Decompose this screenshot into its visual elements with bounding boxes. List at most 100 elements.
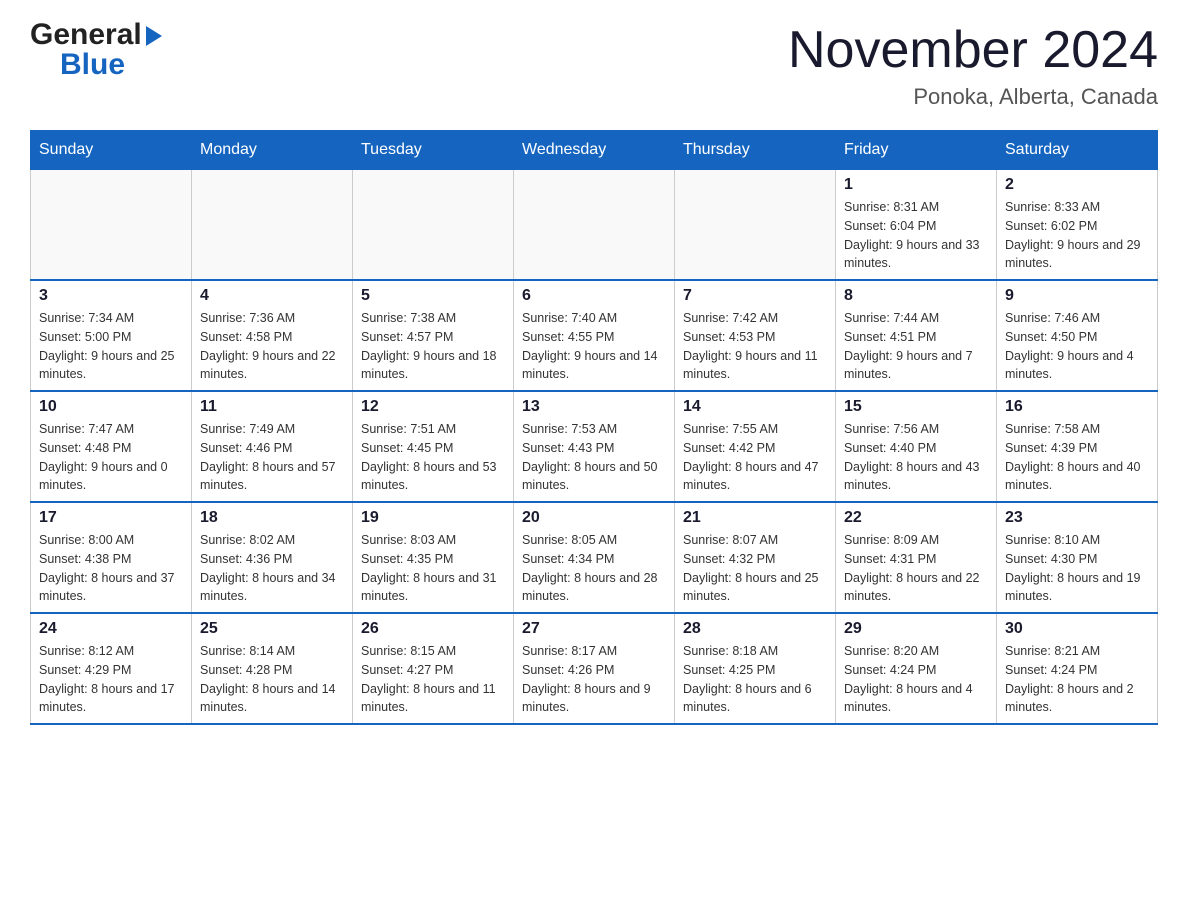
day-number: 11: [200, 398, 344, 416]
calendar-cell: 24 Sunrise: 8:12 AMSunset: 4:29 PMDayligh…: [31, 613, 192, 724]
day-number: 14: [683, 398, 827, 416]
day-number: 22: [844, 509, 988, 527]
day-info: Sunrise: 8:02 AMSunset: 4:36 PMDaylight:…: [200, 531, 344, 606]
day-info: Sunrise: 7:53 AMSunset: 4:43 PMDaylight:…: [522, 420, 666, 495]
calendar-cell: 28 Sunrise: 8:18 AMSunset: 4:25 PMDayligh…: [675, 613, 836, 724]
calendar-cell: 15 Sunrise: 7:56 AMSunset: 4:40 PMDayligh…: [836, 391, 997, 502]
day-number: 8: [844, 287, 988, 305]
day-info: Sunrise: 8:17 AMSunset: 4:26 PMDaylight:…: [522, 642, 666, 717]
day-number: 10: [39, 398, 183, 416]
weekday-header-sunday: Sunday: [31, 131, 192, 170]
location-subtitle: Ponoka, Alberta, Canada: [788, 84, 1158, 110]
day-info: Sunrise: 8:10 AMSunset: 4:30 PMDaylight:…: [1005, 531, 1149, 606]
weekday-header-wednesday: Wednesday: [514, 131, 675, 170]
day-number: 5: [361, 287, 505, 305]
calendar-cell: 8 Sunrise: 7:44 AMSunset: 4:51 PMDaylight…: [836, 280, 997, 391]
day-info: Sunrise: 8:31 AMSunset: 6:04 PMDaylight:…: [844, 198, 988, 273]
weekday-header-saturday: Saturday: [997, 131, 1158, 170]
day-info: Sunrise: 8:05 AMSunset: 4:34 PMDaylight:…: [522, 531, 666, 606]
day-info: Sunrise: 8:00 AMSunset: 4:38 PMDaylight:…: [39, 531, 183, 606]
calendar-table: SundayMondayTuesdayWednesdayThursdayFrid…: [30, 130, 1158, 725]
calendar-cell: 11 Sunrise: 7:49 AMSunset: 4:46 PMDayligh…: [192, 391, 353, 502]
day-number: 23: [1005, 509, 1149, 527]
day-info: Sunrise: 7:47 AMSunset: 4:48 PMDaylight:…: [39, 420, 183, 495]
day-info: Sunrise: 8:03 AMSunset: 4:35 PMDaylight:…: [361, 531, 505, 606]
logo-general: General: [30, 20, 142, 50]
day-info: Sunrise: 8:15 AMSunset: 4:27 PMDaylight:…: [361, 642, 505, 717]
weekday-header-friday: Friday: [836, 131, 997, 170]
weekday-header-tuesday: Tuesday: [353, 131, 514, 170]
calendar-cell: 26 Sunrise: 8:15 AMSunset: 4:27 PMDayligh…: [353, 613, 514, 724]
day-number: 19: [361, 509, 505, 527]
day-number: 18: [200, 509, 344, 527]
calendar-cell: 17 Sunrise: 8:00 AMSunset: 4:38 PMDayligh…: [31, 502, 192, 613]
day-info: Sunrise: 7:44 AMSunset: 4:51 PMDaylight:…: [844, 309, 988, 384]
calendar-cell: 30Sunrise: 8:21 AMSunset: 4:24 PMDayligh…: [997, 613, 1158, 724]
calendar-cell: 18 Sunrise: 8:02 AMSunset: 4:36 PMDayligh…: [192, 502, 353, 613]
calendar-cell: 25 Sunrise: 8:14 AMSunset: 4:28 PMDayligh…: [192, 613, 353, 724]
calendar-cell: 27Sunrise: 8:17 AMSunset: 4:26 PMDayligh…: [514, 613, 675, 724]
day-info: Sunrise: 8:14 AMSunset: 4:28 PMDaylight:…: [200, 642, 344, 717]
calendar-cell: 20 Sunrise: 8:05 AMSunset: 4:34 PMDayligh…: [514, 502, 675, 613]
calendar-week-5: 24 Sunrise: 8:12 AMSunset: 4:29 PMDayligh…: [31, 613, 1158, 724]
logo-blue: Blue: [60, 48, 125, 81]
calendar-cell: [514, 170, 675, 281]
calendar-cell: 22 Sunrise: 8:09 AMSunset: 4:31 PMDayligh…: [836, 502, 997, 613]
day-info: Sunrise: 7:58 AMSunset: 4:39 PMDaylight:…: [1005, 420, 1149, 495]
title-section: November 2024 Ponoka, Alberta, Canada: [788, 20, 1158, 110]
calendar-cell: 16 Sunrise: 7:58 AMSunset: 4:39 PMDayligh…: [997, 391, 1158, 502]
day-info: Sunrise: 8:21 AMSunset: 4:24 PMDaylight:…: [1005, 642, 1149, 717]
calendar-cell: 1Sunrise: 8:31 AMSunset: 6:04 PMDaylight…: [836, 170, 997, 281]
day-number: 13: [522, 398, 666, 416]
day-info: Sunrise: 8:20 AMSunset: 4:24 PMDaylight:…: [844, 642, 988, 717]
calendar-cell: 5Sunrise: 7:38 AMSunset: 4:57 PMDaylight…: [353, 280, 514, 391]
calendar-cell: 2 Sunrise: 8:33 AMSunset: 6:02 PMDaylight…: [997, 170, 1158, 281]
calendar-cell: [353, 170, 514, 281]
logo: General Blue: [30, 20, 162, 80]
day-info: Sunrise: 7:55 AMSunset: 4:42 PMDaylight:…: [683, 420, 827, 495]
day-info: Sunrise: 7:34 AMSunset: 5:00 PMDaylight:…: [39, 309, 183, 384]
calendar-week-4: 17 Sunrise: 8:00 AMSunset: 4:38 PMDayligh…: [31, 502, 1158, 613]
calendar-cell: 9 Sunrise: 7:46 AMSunset: 4:50 PMDaylight…: [997, 280, 1158, 391]
calendar-header-row: SundayMondayTuesdayWednesdayThursdayFrid…: [31, 131, 1158, 170]
calendar-cell: [675, 170, 836, 281]
day-info: Sunrise: 7:36 AMSunset: 4:58 PMDaylight:…: [200, 309, 344, 384]
day-info: Sunrise: 8:33 AMSunset: 6:02 PMDaylight:…: [1005, 198, 1149, 273]
day-number: 21: [683, 509, 827, 527]
calendar-cell: 12Sunrise: 7:51 AMSunset: 4:45 PMDayligh…: [353, 391, 514, 502]
day-number: 25: [200, 620, 344, 638]
calendar-cell: 13 Sunrise: 7:53 AMSunset: 4:43 PMDayligh…: [514, 391, 675, 502]
day-info: Sunrise: 8:09 AMSunset: 4:31 PMDaylight:…: [844, 531, 988, 606]
page-header: General Blue November 2024 Ponoka, Alber…: [30, 20, 1158, 110]
calendar-cell: 3Sunrise: 7:34 AMSunset: 5:00 PMDaylight…: [31, 280, 192, 391]
day-number: 26: [361, 620, 505, 638]
day-number: 6: [522, 287, 666, 305]
day-info: Sunrise: 7:46 AMSunset: 4:50 PMDaylight:…: [1005, 309, 1149, 384]
day-info: Sunrise: 7:56 AMSunset: 4:40 PMDaylight:…: [844, 420, 988, 495]
calendar-cell: 7Sunrise: 7:42 AMSunset: 4:53 PMDaylight…: [675, 280, 836, 391]
calendar-cell: 21Sunrise: 8:07 AMSunset: 4:32 PMDayligh…: [675, 502, 836, 613]
day-number: 2: [1005, 176, 1149, 194]
calendar-week-1: 1Sunrise: 8:31 AMSunset: 6:04 PMDaylight…: [31, 170, 1158, 281]
calendar-cell: [31, 170, 192, 281]
weekday-header-thursday: Thursday: [675, 131, 836, 170]
day-info: Sunrise: 8:12 AMSunset: 4:29 PMDaylight:…: [39, 642, 183, 717]
day-info: Sunrise: 8:18 AMSunset: 4:25 PMDaylight:…: [683, 642, 827, 717]
day-number: 24: [39, 620, 183, 638]
day-number: 20: [522, 509, 666, 527]
logo-text: General Blue: [30, 20, 162, 80]
day-number: 9: [1005, 287, 1149, 305]
day-info: Sunrise: 7:40 AMSunset: 4:55 PMDaylight:…: [522, 309, 666, 384]
day-number: 15: [844, 398, 988, 416]
calendar-cell: 14 Sunrise: 7:55 AMSunset: 4:42 PMDayligh…: [675, 391, 836, 502]
day-number: 17: [39, 509, 183, 527]
day-info: Sunrise: 7:49 AMSunset: 4:46 PMDaylight:…: [200, 420, 344, 495]
calendar-week-2: 3Sunrise: 7:34 AMSunset: 5:00 PMDaylight…: [31, 280, 1158, 391]
weekday-header-monday: Monday: [192, 131, 353, 170]
calendar-cell: 4Sunrise: 7:36 AMSunset: 4:58 PMDaylight…: [192, 280, 353, 391]
day-number: 16: [1005, 398, 1149, 416]
day-number: 28: [683, 620, 827, 638]
day-number: 7: [683, 287, 827, 305]
day-number: 29: [844, 620, 988, 638]
calendar-cell: 6 Sunrise: 7:40 AMSunset: 4:55 PMDaylight…: [514, 280, 675, 391]
